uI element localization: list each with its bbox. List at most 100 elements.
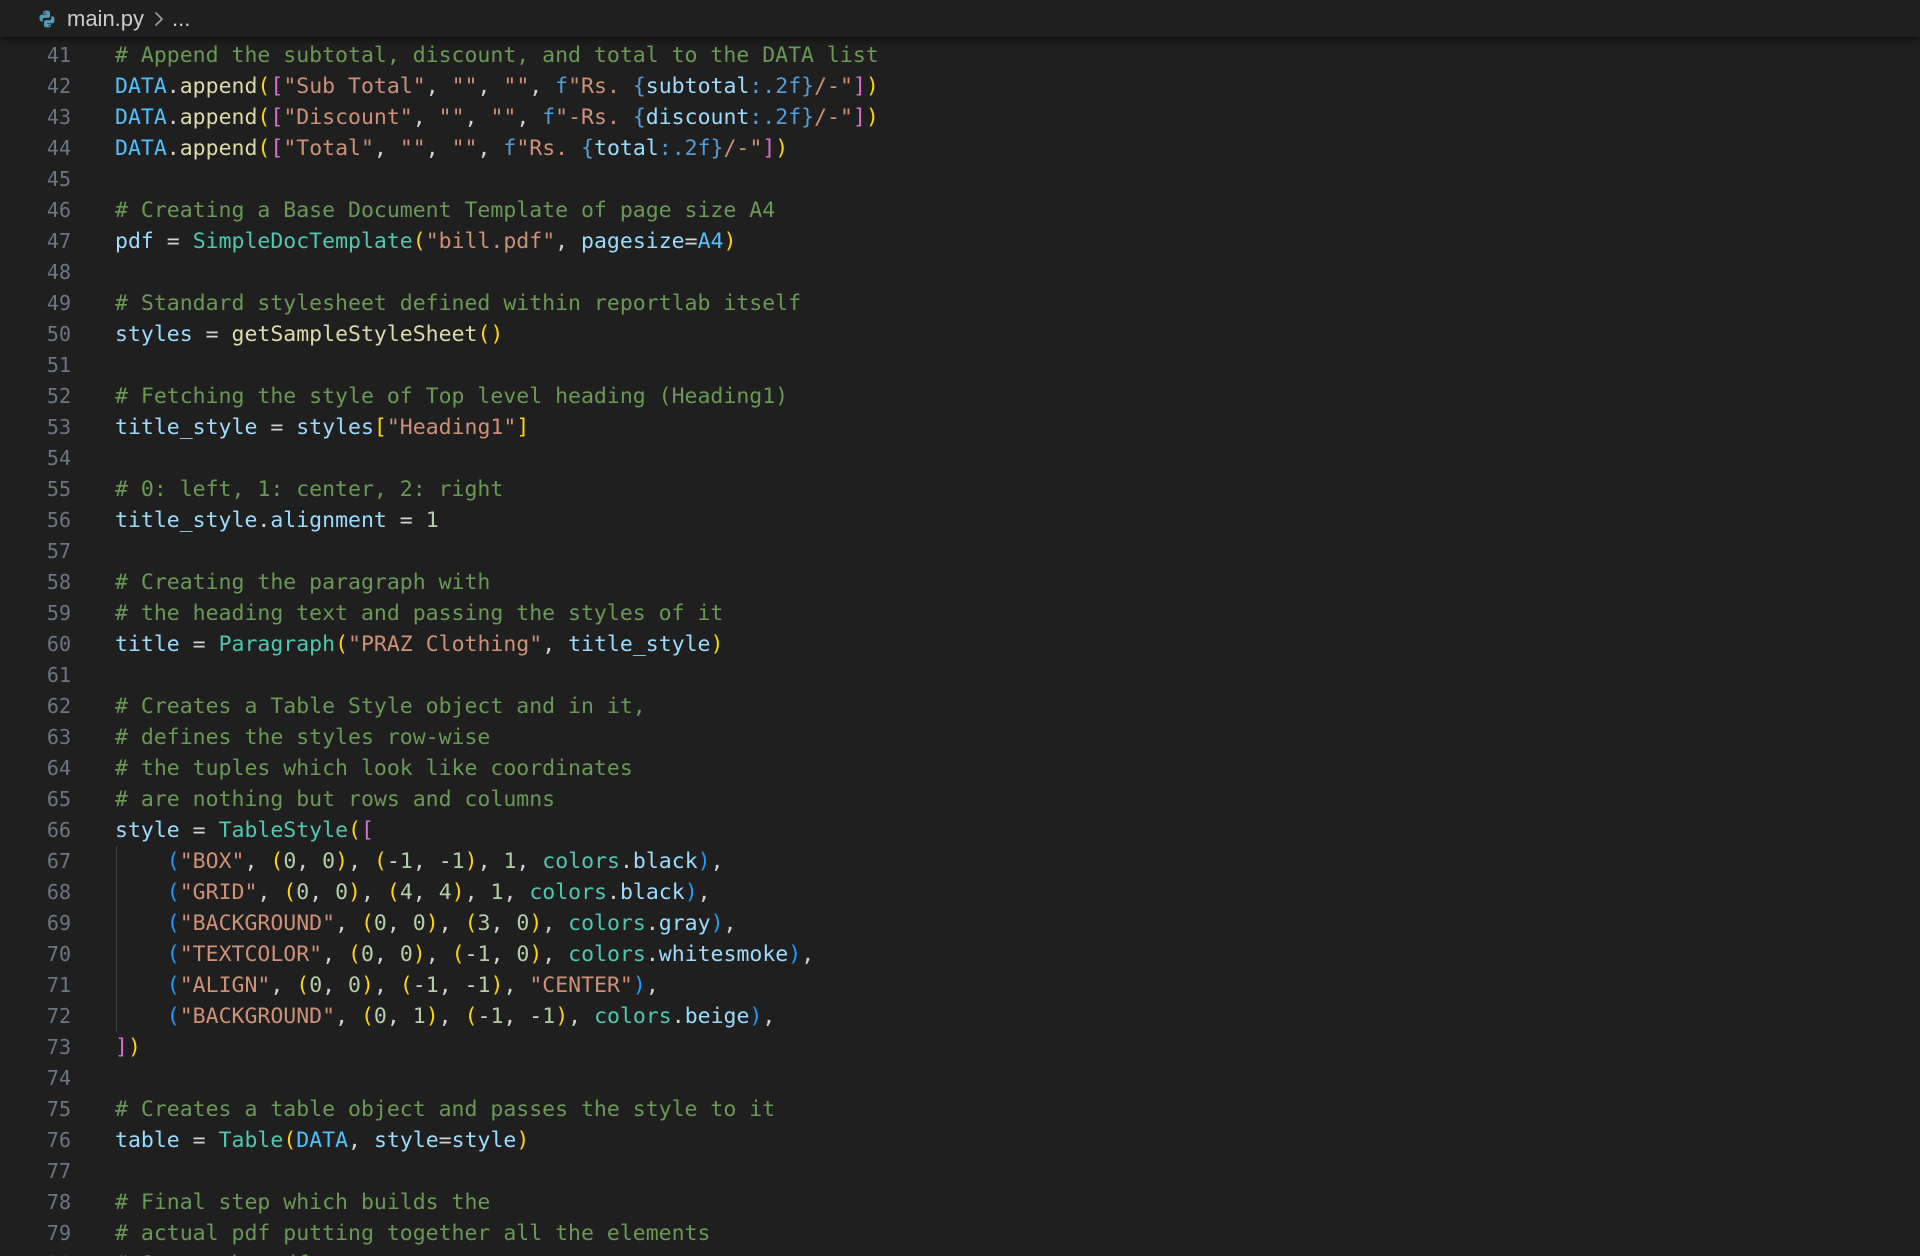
code-token: ( — [166, 1004, 180, 1029]
code-line[interactable]: 47 pdf = SimpleDocTemplate("bill.pdf", pa… — [0, 226, 1920, 257]
line-number: 72 — [46, 1004, 71, 1028]
code-line[interactable]: 45 — [0, 164, 1920, 195]
code-token: , — [361, 880, 387, 905]
code-token: # Fetching the style of Top level headin… — [115, 384, 789, 409]
code-line[interactable]: 60 title = Paragraph("PRAZ Clothing", tit… — [0, 629, 1920, 660]
code-token: ( — [399, 973, 413, 998]
code-line[interactable]: 59 # the heading text and passing the sty… — [0, 598, 1920, 629]
code-line[interactable]: 52 # Fetching the style of Top level head… — [0, 381, 1920, 412]
code-token: , — [762, 1004, 776, 1029]
code-token: ) — [555, 1004, 569, 1029]
code-token: ( — [166, 911, 180, 936]
code-token: ] — [115, 1035, 128, 1060]
code-line[interactable]: 62 # Creates a Table Style object and in … — [0, 691, 1920, 722]
code-line[interactable]: 61 — [0, 660, 1920, 691]
code-token: 1 — [542, 1004, 556, 1029]
code-line[interactable]: 70 ("TEXTCOLOR", (0, 0), (-1, 0), colors… — [0, 939, 1920, 970]
code-line[interactable]: 64 # the tuples which look like coordinat… — [0, 753, 1920, 784]
code-line[interactable]: 69 ("BACKGROUND", (0, 0), (3, 0), colors… — [0, 908, 1920, 939]
code-line[interactable]: 57 — [0, 536, 1920, 567]
code-token: Table — [218, 1128, 284, 1153]
code-token: . — [166, 105, 180, 130]
code-token: "BACKGROUND" — [179, 1004, 336, 1029]
code-text: # Standard stylesheet defined within rep… — [115, 288, 801, 319]
code-line[interactable]: 80 # Saves the pdf — [0, 1249, 1920, 1256]
code-line[interactable]: 79 # actual pdf putting together all the … — [0, 1218, 1920, 1249]
code-line[interactable]: 75 # Creates a table object and passes th… — [0, 1094, 1920, 1125]
code-token: :.2f} — [749, 105, 815, 130]
code-line[interactable]: 73]) — [0, 1032, 1920, 1063]
code-token: , — [477, 74, 504, 99]
code-token: append — [179, 74, 258, 99]
code-line[interactable]: 54 — [0, 443, 1920, 474]
code-line[interactable]: 74 — [0, 1063, 1920, 1094]
code-token: 4 — [438, 880, 452, 905]
line-number: 70 — [46, 942, 71, 966]
code-line[interactable]: 56 title_style.alignment = 1 — [0, 505, 1920, 536]
code-line[interactable]: 66 style = TableStyle([ — [0, 815, 1920, 846]
line-number: 77 — [46, 1159, 71, 1183]
code-token: style — [115, 818, 180, 843]
line-number: 56 — [46, 508, 71, 532]
code-token: , — [529, 74, 556, 99]
code-token: colors — [542, 849, 620, 874]
code-line[interactable]: 49 # Standard stylesheet defined within r… — [0, 288, 1920, 319]
code-line[interactable]: 43 DATA.append(["Discount", "", "", f"-Rs… — [0, 102, 1920, 133]
code-token: , — [386, 911, 413, 936]
chevron-right-icon — [150, 0, 168, 37]
code-line[interactable]: 71 ("ALIGN", (0, 0), (-1, -1), "CENTER")… — [0, 970, 1920, 1001]
code-editor[interactable]: main.py ... 41 # Append the subtotal, dis… — [0, 0, 1920, 1256]
code-line[interactable]: 41 # Append the subtotal, discount, and t… — [0, 40, 1920, 71]
code-token: 1 — [490, 880, 504, 905]
line-number: 44 — [46, 136, 71, 160]
code-line[interactable]: 55 # 0: left, 1: center, 2: right — [0, 474, 1920, 505]
code-token: = — [153, 229, 193, 254]
line-number: 71 — [46, 973, 71, 997]
code-line[interactable]: 76 table = Table(DATA, style=style) — [0, 1125, 1920, 1156]
line-number: 43 — [46, 105, 71, 129]
code-line[interactable]: 65 # are nothing but rows and columns — [0, 784, 1920, 815]
code-token: , — [425, 74, 452, 99]
code-token: , — [645, 973, 659, 998]
code-token: "" — [490, 105, 517, 130]
code-area[interactable]: 41 # Append the subtotal, discount, and t… — [0, 40, 1920, 1256]
line-number: 62 — [46, 694, 71, 718]
code-line[interactable]: 50 styles = getSampleStyleSheet() — [0, 319, 1920, 350]
code-token: = — [179, 1128, 219, 1153]
code-token: ( — [166, 973, 180, 998]
code-line[interactable]: 72 ("BACKGROUND", (0, 1), (-1, -1), colo… — [0, 1001, 1920, 1032]
code-token: ( — [257, 74, 271, 99]
code-token: "" — [451, 74, 478, 99]
code-token: ] — [852, 74, 866, 99]
code-token: ( — [464, 1004, 478, 1029]
breadcrumb-item-symbols[interactable]: ... — [172, 0, 190, 37]
code-line[interactable]: 58 # Creating the paragraph with — [0, 567, 1920, 598]
breadcrumb-item-file[interactable]: main.py — [36, 0, 144, 37]
code-token: , — [516, 105, 543, 130]
code-token: ) — [529, 942, 543, 967]
code-line[interactable]: 51 — [0, 350, 1920, 381]
code-text: DATA.append(["Total", "", "", f"Rs. {tot… — [115, 133, 788, 164]
code-token: title_style — [115, 508, 258, 533]
code-token: # Creates a table object and passes the … — [115, 1097, 776, 1122]
code-line[interactable]: 77 — [0, 1156, 1920, 1187]
code-text: # Creating a Base Document Template of p… — [115, 195, 775, 226]
code-line[interactable]: 53 title_style = styles["Heading1"] — [0, 412, 1920, 443]
code-line[interactable]: 48 — [0, 257, 1920, 288]
code-token: ) — [451, 880, 465, 905]
code-token: . — [607, 880, 620, 905]
code-text: ("BOX", (0, 0), (-1, -1), 1, colors.blac… — [115, 846, 724, 877]
code-line[interactable]: 63 # defines the styles row-wise — [0, 722, 1920, 753]
code-line[interactable]: 78 # Final step which builds the — [0, 1187, 1920, 1218]
code-line[interactable]: 44 DATA.append(["Total", "", "", f"Rs. {t… — [0, 133, 1920, 164]
code-token: [ — [270, 74, 284, 99]
code-line[interactable]: 46 # Creating a Base Document Template of… — [0, 195, 1920, 226]
code-line[interactable]: 68 ("GRID", (0, 0), (4, 4), 1, colors.bl… — [0, 877, 1920, 908]
line-number: 48 — [46, 260, 71, 284]
code-token: SimpleDocTemplate — [192, 229, 413, 254]
code-token: colors — [594, 1004, 672, 1029]
code-line[interactable]: 42 DATA.append(["Sub Total", "", "", f"Rs… — [0, 71, 1920, 102]
code-token: 0 — [309, 973, 323, 998]
code-line[interactable]: 67 ("BOX", (0, 0), (-1, -1), 1, colors.b… — [0, 846, 1920, 877]
